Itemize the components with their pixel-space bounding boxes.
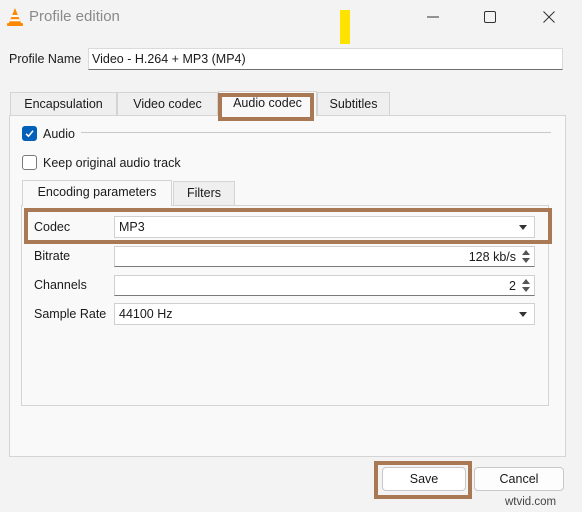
profile-name-label: Profile Name (9, 52, 82, 66)
chevron-down-icon (519, 312, 527, 317)
bitrate-spinbox[interactable]: 128 kb/s (114, 246, 535, 267)
window-title: Profile edition (29, 8, 120, 25)
minimize-icon (427, 16, 439, 18)
tab-subtitles[interactable]: Subtitles (317, 92, 390, 115)
audio-checkbox-label: Audio (43, 127, 75, 141)
watermark: wtvid.com (505, 496, 557, 508)
yellow-marker (340, 10, 350, 44)
spin-up-icon[interactable] (522, 250, 530, 255)
tab-encapsulation[interactable]: Encapsulation (10, 92, 117, 115)
profile-name-input[interactable]: Video - H.264 + MP3 (MP4) (88, 48, 563, 70)
keep-original-checkbox[interactable] (22, 155, 37, 170)
minimize-button[interactable] (408, 0, 458, 34)
channels-value: 2 (509, 279, 516, 293)
maximize-icon (484, 11, 496, 23)
spin-arrows[interactable] (520, 277, 533, 294)
highlight-codec-row (24, 208, 552, 244)
audio-separator (81, 132, 551, 133)
close-button[interactable] (524, 0, 574, 34)
check-icon (25, 130, 34, 138)
spin-up-icon[interactable] (522, 279, 530, 284)
sample-rate-value: 44100 Hz (119, 307, 173, 321)
sample-rate-label: Sample Rate (34, 307, 107, 321)
maximize-button[interactable] (465, 0, 515, 34)
keep-original-label: Keep original audio track (43, 156, 181, 170)
highlight-audio-codec-tab (218, 93, 314, 121)
close-icon (543, 11, 555, 23)
title-bar: Profile edition (0, 0, 582, 34)
tab-encoding-parameters[interactable]: Encoding parameters (22, 180, 172, 206)
tab-filters[interactable]: Filters (173, 181, 235, 205)
highlight-save-button (374, 461, 472, 499)
bitrate-label: Bitrate (34, 249, 71, 263)
tab-video-codec[interactable]: Video codec (117, 92, 218, 115)
spin-down-icon[interactable] (522, 287, 530, 292)
spin-arrows[interactable] (520, 248, 533, 265)
sample-rate-select[interactable]: 44100 Hz (114, 303, 535, 325)
vlc-cone-icon (7, 8, 23, 26)
channels-label: Channels (34, 278, 87, 292)
spin-down-icon[interactable] (522, 258, 530, 263)
bitrate-value: 128 kb/s (468, 250, 516, 264)
channels-spinbox[interactable]: 2 (114, 275, 535, 296)
audio-checkbox[interactable] (22, 126, 37, 141)
cancel-button[interactable]: Cancel (474, 467, 564, 491)
